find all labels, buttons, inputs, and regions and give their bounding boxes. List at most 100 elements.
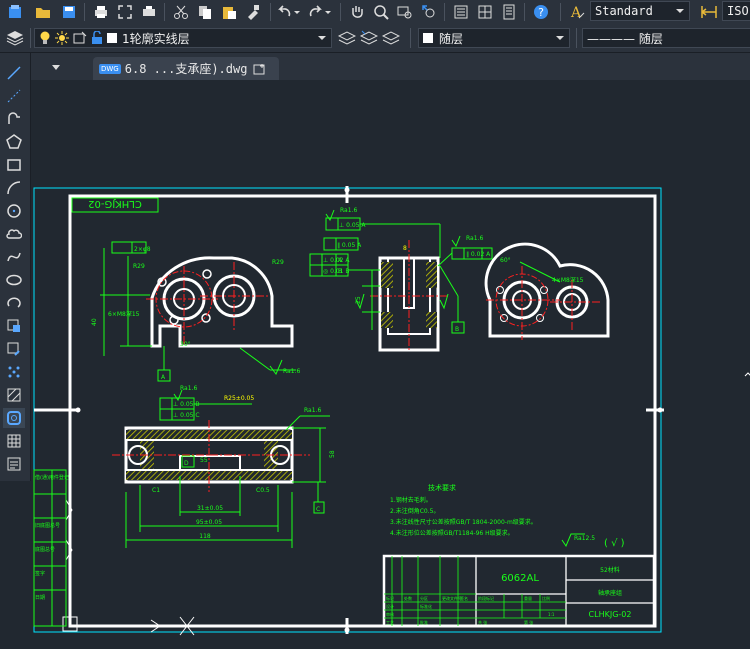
tech-req-4: 4.未注形位公差按照GB/T1184-96 H级要求。: [390, 529, 514, 537]
polyline-icon[interactable]: [3, 109, 25, 129]
point-icon[interactable]: [3, 362, 25, 382]
hatch-icon[interactable]: [3, 385, 25, 405]
datum-d-side: B: [338, 268, 342, 275]
pan-icon[interactable]: [346, 2, 368, 22]
multiline-text-icon[interactable]: [3, 454, 25, 474]
construction-line-icon[interactable]: [3, 86, 25, 106]
zoom-window-icon[interactable]: [394, 2, 416, 22]
spline-icon[interactable]: [3, 247, 25, 267]
viewport-freeze-icon: [73, 31, 87, 44]
side-label-2: 底图总号: [35, 546, 55, 553]
dimension-style-select[interactable]: ISO-: [722, 1, 750, 21]
roughness-general: Ra12.5: [574, 535, 595, 542]
arc-icon[interactable]: [3, 178, 25, 198]
fcf-top-1: ⊥ 0.05 B: [173, 401, 200, 408]
tb-cell-12: 重量: [524, 595, 532, 601]
layer-states-icon[interactable]: [380, 28, 402, 48]
fcf-top-2: ⊥ 0.05 C: [173, 412, 200, 419]
new-file-icon[interactable]: [4, 2, 26, 22]
line-icon[interactable]: [3, 63, 25, 83]
dim-width: 118: [199, 533, 211, 540]
undo-icon[interactable]: [276, 2, 302, 22]
text-style-select[interactable]: Standard: [590, 1, 690, 21]
revision-cloud-icon[interactable]: [3, 224, 25, 244]
dimension-style-icon[interactable]: [698, 2, 720, 22]
color-value: 随层: [439, 31, 464, 46]
redo-icon[interactable]: [306, 2, 334, 22]
tb-cell-6: 设计: [386, 603, 394, 609]
match-properties-icon[interactable]: [242, 2, 264, 22]
side-label-1: 旧底图总号: [35, 522, 60, 529]
new-tab-button[interactable]: [250, 59, 270, 79]
layer-manager-icon[interactable]: [4, 28, 26, 48]
tb-cell-14: 共 张: [478, 619, 487, 625]
fcf-side-1: ⊥ 0.05 A: [339, 222, 366, 229]
dim-slot: 31±0.05: [197, 505, 223, 512]
fit-icon[interactable]: [114, 2, 136, 22]
datum-b-top: D: [184, 460, 189, 467]
tb-cell-10: 批准: [420, 619, 428, 625]
chamfer-label-2: C0.5: [256, 487, 270, 494]
zoom-realtime-icon[interactable]: [370, 2, 392, 22]
roughness-side-top: Ra1.6: [340, 207, 357, 214]
tab-title: 6.8 ...支承座).dwg: [124, 62, 248, 76]
ellipse-arc-icon[interactable]: [3, 293, 25, 313]
new-tab-icon: [253, 64, 265, 75]
dim-label-angle: 30°: [180, 341, 191, 348]
title-block: 6062AL 52材料 轴承座组 CLHKJG-02 标记 处数 分区 更改文件…: [382, 554, 656, 628]
tab-list-dropdown[interactable]: [49, 57, 63, 77]
table-icon[interactable]: [3, 431, 25, 451]
side-section-fcf: [309, 217, 493, 334]
tool-palette-icon[interactable]: [498, 2, 520, 22]
tech-req-2: 2.未注倒角C0.5。: [390, 507, 439, 515]
region-icon[interactable]: [3, 408, 25, 428]
cursor-mark: [744, 372, 750, 377]
tb-cell-11: 阶段标记: [478, 595, 494, 601]
tb-cell-1: 处数: [404, 595, 412, 601]
roughness-front: Ra1.6: [283, 368, 300, 375]
tech-req-title: 技术要求: [428, 483, 456, 492]
polygon-icon[interactable]: [3, 132, 25, 152]
insert-block-icon[interactable]: [3, 316, 25, 336]
open-folder-icon[interactable]: [32, 2, 54, 22]
tech-req-3: 3.未注线性尺寸公差按照GB/T 1804-2000-m级要求。: [390, 518, 537, 526]
cut-icon[interactable]: [170, 2, 192, 22]
roughness-top-right: Ra1.6: [304, 407, 321, 414]
company-label: 52材料: [600, 566, 620, 574]
circle-icon[interactable]: [3, 201, 25, 221]
side-label-3: 签字: [35, 570, 45, 577]
zoom-previous-icon[interactable]: [418, 2, 440, 22]
dim-top-center: R25±0.05: [224, 395, 254, 402]
bulb-icon: [40, 31, 50, 44]
dim-pitch: 95±0.05: [196, 519, 222, 526]
tb-cell-8: 审核: [386, 611, 394, 617]
dim-label-hole: 2×φ8: [134, 246, 151, 253]
svg-text:A: A: [570, 5, 582, 20]
properties-icon[interactable]: [450, 2, 472, 22]
layers-toolbar: 1轮廓实线层 随层 ———— 随层: [0, 24, 750, 53]
make-current-layer-icon[interactable]: [336, 28, 358, 48]
drawing-canvas[interactable]: CLHKJG-02 借(通)用件登记 旧底图总号 底图总号 签字 日期 2×φ8…: [31, 80, 750, 649]
mirrored-code: CLHKJG-02: [88, 198, 142, 209]
paste-icon[interactable]: [218, 2, 240, 22]
save-icon[interactable]: [58, 2, 80, 22]
make-block-icon[interactable]: [3, 339, 25, 359]
datum-d-top: C: [316, 506, 320, 513]
copy-icon[interactable]: [194, 2, 216, 22]
layer-previous-icon[interactable]: [358, 28, 380, 48]
help-icon[interactable]: ?: [530, 2, 552, 22]
rectangle-icon[interactable]: [3, 155, 25, 175]
text-style-icon[interactable]: A: [566, 2, 588, 22]
color-select[interactable]: 随层: [418, 28, 570, 48]
part-name-label: 轴承座组: [598, 589, 622, 597]
ellipse-icon[interactable]: [3, 270, 25, 290]
layer-select[interactable]: 1轮廓实线层: [34, 28, 332, 48]
linetype-select[interactable]: ———— 随层: [582, 28, 750, 48]
design-center-icon[interactable]: [474, 2, 496, 22]
fcf-side-4: ◎ 0.01 B: [323, 268, 350, 275]
material-label: 6062AL: [501, 573, 539, 584]
plot-icon[interactable]: [138, 2, 160, 22]
datum-c-side: B: [455, 326, 459, 333]
print-icon[interactable]: [90, 2, 112, 22]
document-tabbar: DWG 6.8 ...支承座).dwg: [31, 53, 750, 80]
